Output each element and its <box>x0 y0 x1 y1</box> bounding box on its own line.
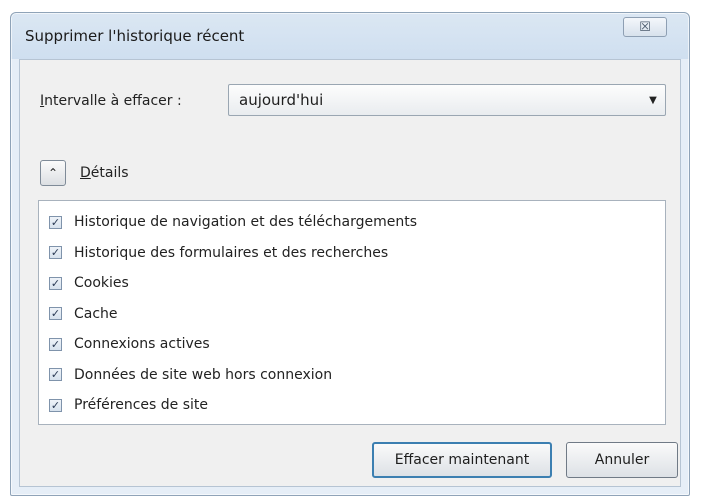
interval-label: Intervalle à effacer : <box>40 93 182 109</box>
close-button[interactable]: ☒ <box>623 17 667 37</box>
item-label: Historique de navigation et des téléchar… <box>74 214 418 231</box>
details-toggle-button[interactable]: ⌃ <box>40 160 66 186</box>
title-bar: Supprimer l'historique récent ☒ <box>11 13 689 59</box>
list-item[interactable]: ✓ Connexions actives <box>39 329 665 360</box>
clear-history-dialog: Supprimer l'historique récent ☒ Interval… <box>10 12 690 496</box>
list-item[interactable]: ✓ Données de site web hors connexion <box>39 360 665 391</box>
checkbox-cache[interactable]: ✓ <box>49 307 62 321</box>
interval-row: Intervalle à effacer : aujourd'hui ▼ <box>40 84 666 118</box>
checkbox-cookies[interactable]: ✓ <box>49 276 62 290</box>
list-item[interactable]: ✓ Préférences de site <box>39 390 665 421</box>
checkbox-browsing-history[interactable]: ✓ <box>49 215 62 229</box>
checkbox-form-history[interactable]: ✓ <box>49 246 62 260</box>
dialog-title: Supprimer l'historique récent <box>25 27 245 45</box>
list-item[interactable]: ✓ Historique de navigation et des téléch… <box>39 207 665 238</box>
cancel-button[interactable]: Annuler <box>566 442 678 478</box>
checkbox-offline-data[interactable]: ✓ <box>49 368 62 382</box>
item-label: Historique des formulaires et des recher… <box>74 244 389 261</box>
clear-now-button[interactable]: Effacer maintenant <box>372 442 552 478</box>
dialog-body: Intervalle à effacer : aujourd'hui ▼ ⌃ D… <box>19 59 681 487</box>
chevron-up-icon: ⌃ <box>47 166 59 180</box>
item-label: Cookies <box>74 275 129 292</box>
list-item[interactable]: ✓ Historique des formulaires et des rech… <box>39 238 665 269</box>
close-icon: ☒ <box>639 19 651 35</box>
checkbox-active-logins[interactable]: ✓ <box>49 337 62 351</box>
item-label: Connexions actives <box>74 336 210 353</box>
item-label: Préférences de site <box>74 397 209 414</box>
item-label: Cache <box>74 305 118 322</box>
details-label[interactable]: Détails <box>80 165 129 181</box>
items-listbox: ✓ Historique de navigation et des téléch… <box>38 200 666 425</box>
checkbox-site-preferences[interactable]: ✓ <box>49 398 62 412</box>
dropdown-arrow-icon: ▼ <box>649 94 657 106</box>
list-item[interactable]: ✓ Cookies <box>39 268 665 299</box>
interval-select[interactable]: aujourd'hui ▼ <box>228 84 666 116</box>
interval-selected-value: aujourd'hui <box>239 91 324 109</box>
details-row: ⌃ Détails <box>40 160 129 186</box>
list-item[interactable]: ✓ Cache <box>39 299 665 330</box>
item-label: Données de site web hors connexion <box>74 366 333 383</box>
